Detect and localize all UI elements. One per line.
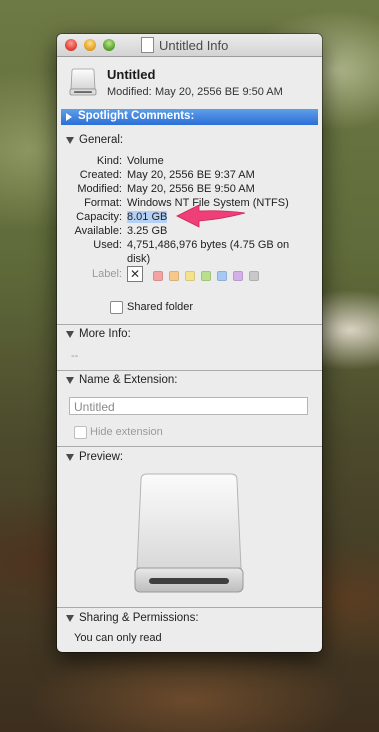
header-modified-value: May 20, 2556 BE 9:50 AM (155, 86, 283, 98)
get-info-window: Untitled Info Untitled Modified: May 20,… (57, 34, 322, 652)
document-icon (141, 37, 154, 53)
title-bar[interactable]: Untitled Info (57, 34, 322, 57)
label-color-red[interactable] (153, 271, 163, 281)
shared-folder-checkbox[interactable] (110, 301, 123, 314)
capacity-value[interactable]: 8.01 GB (127, 211, 168, 223)
used-value-line2: disk) (127, 253, 151, 265)
modified-label: Modified: (77, 183, 122, 195)
created-label: Created: (79, 169, 122, 181)
zoom-button[interactable] (103, 39, 115, 51)
spotlight-comments-label: Spotlight Comments: (78, 110, 195, 122)
sharing-status: You can only read (74, 632, 162, 644)
shared-folder-label[interactable]: Shared folder (127, 301, 193, 313)
label-color-green[interactable] (201, 271, 211, 281)
label-label: Label: (92, 268, 122, 280)
available-value: 3.25 GB (127, 225, 168, 237)
used-label: Used: (93, 239, 122, 251)
divider (57, 324, 322, 325)
modified-value: May 20, 2556 BE 9:50 AM (127, 183, 255, 195)
close-button[interactable] (65, 39, 77, 51)
divider (57, 370, 322, 371)
disclosure-right-icon[interactable] (66, 113, 72, 121)
disclosure-down-icon[interactable] (66, 137, 74, 144)
spotlight-comments-section[interactable]: Spotlight Comments: (61, 109, 318, 125)
label-none-button[interactable]: ✕ (127, 266, 143, 282)
label-color-yellow[interactable] (185, 271, 195, 281)
divider (57, 607, 322, 608)
disclosure-down-icon[interactable] (66, 331, 74, 338)
label-color-orange[interactable] (169, 271, 179, 281)
window-title: Untitled Info (159, 38, 229, 53)
kind-value: Volume (127, 155, 164, 167)
disclosure-down-icon[interactable] (66, 377, 74, 384)
hide-extension-label[interactable]: Hide extension (90, 426, 163, 438)
available-label: Available: (74, 225, 123, 237)
label-color-gray[interactable] (249, 271, 259, 281)
name-field[interactable]: Untitled (69, 397, 308, 415)
disclosure-down-icon[interactable] (66, 615, 74, 622)
used-value-line1: 4,751,486,976 bytes (4.75 GB on (127, 239, 290, 251)
format-label: Format: (84, 197, 122, 209)
minimize-button[interactable] (84, 39, 96, 51)
name-extension-section-header[interactable]: Name & Extension: (79, 374, 177, 386)
general-section-header[interactable]: General: (79, 134, 123, 146)
capacity-label: Capacity: (76, 211, 122, 223)
divider (57, 446, 322, 447)
header-modified-label: Modified: (107, 86, 152, 98)
kind-label: Kind: (96, 155, 122, 167)
more-info-section-header[interactable]: More Info: (79, 328, 131, 340)
drive-preview-icon (134, 473, 244, 593)
label-color-purple[interactable] (233, 271, 243, 281)
annotation-arrow (176, 204, 246, 228)
drive-icon (69, 68, 97, 96)
hide-extension-checkbox[interactable] (74, 426, 87, 439)
item-name: Untitled (107, 67, 156, 82)
created-value: May 20, 2556 BE 9:37 AM (127, 169, 255, 181)
disclosure-down-icon[interactable] (66, 454, 74, 461)
more-info-value: -- (71, 350, 79, 362)
sharing-permissions-section-header[interactable]: Sharing & Permissions: (79, 612, 199, 624)
preview-section-header[interactable]: Preview: (79, 451, 123, 463)
label-color-blue[interactable] (217, 271, 227, 281)
